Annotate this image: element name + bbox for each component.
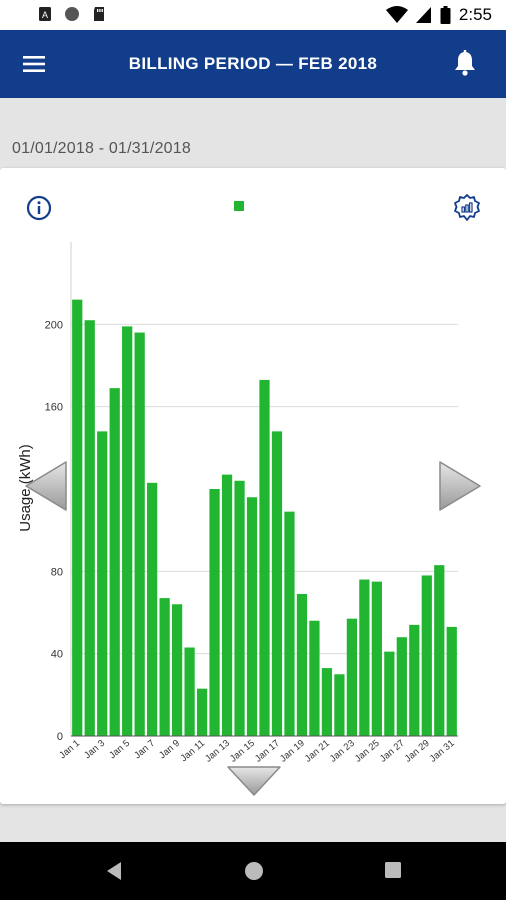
bar (284, 511, 295, 736)
bar (134, 332, 145, 736)
info-button[interactable] (26, 195, 52, 221)
x-tick-label: Jan 15 (228, 738, 257, 765)
y-tick-label: 200 (45, 319, 63, 331)
bar (72, 299, 83, 736)
chart-settings-icon (454, 194, 480, 221)
bar (109, 388, 120, 736)
next-period-button[interactable] (436, 458, 486, 514)
home-icon[interactable] (243, 860, 265, 882)
bar (296, 593, 308, 736)
content-area: 01/01/2018 - 01/31/2018 0 40 80 160 200 Jan 1… (0, 98, 506, 842)
bar (246, 497, 258, 736)
bar (271, 431, 283, 736)
bar (321, 668, 333, 736)
bar (196, 688, 208, 736)
notifications-button[interactable] (452, 48, 478, 78)
y-tick-label: 160 (45, 402, 63, 414)
bar (396, 637, 407, 736)
notification-a-icon: A (39, 7, 51, 21)
x-tick-label: Jan 31 (428, 738, 457, 765)
legend-swatch (234, 201, 244, 211)
usage-chart: 04080160200Jan 1 Jan 3 Jan 5 Jan 7 Jan 9Jan … (17, 242, 458, 765)
x-tick-label: Jan 9 (157, 738, 182, 761)
bar (446, 626, 457, 736)
bar (359, 579, 370, 736)
x-tick-label: Jan 23 (328, 738, 357, 765)
recent-apps-icon[interactable] (384, 861, 402, 879)
bar (122, 326, 133, 736)
bar (346, 618, 358, 736)
page-title: BILLING PERIOD — FEB 2018 (128, 54, 378, 73)
app-bar: BILLING PERIOD — FEB 2018 (0, 30, 506, 98)
bell-icon (455, 50, 475, 76)
expand-details-button[interactable] (224, 763, 284, 799)
bar (309, 620, 320, 736)
svg-text:A: A (42, 10, 48, 20)
bar (97, 431, 108, 736)
x-tick-label: Jan 11 (179, 738, 207, 764)
bottom-strip (0, 812, 506, 842)
chart-settings-button[interactable] (452, 193, 482, 223)
y-tick-label: 40 (51, 649, 63, 661)
chevron-left-icon (25, 461, 67, 511)
y-tick-label: 80 (51, 566, 63, 578)
x-tick-label: Jan 29 (403, 738, 432, 765)
x-tick-label: Jan 27 (378, 738, 407, 765)
bar (159, 598, 170, 736)
bar (147, 482, 158, 736)
bar (209, 489, 220, 736)
bar (259, 379, 270, 736)
x-tick-label: Jan 19 (278, 738, 307, 765)
x-tick-label: Jan 13 (203, 738, 232, 765)
chevron-down-icon (227, 766, 281, 796)
bar (384, 651, 395, 736)
previous-period-button[interactable] (20, 458, 70, 514)
bar (171, 604, 183, 736)
bar (371, 581, 382, 736)
battery-icon (440, 6, 451, 24)
bar (409, 624, 420, 736)
wifi-icon (385, 6, 408, 23)
sd-card-icon (94, 7, 104, 21)
bar (334, 674, 345, 736)
status-bar: A 2:55 (0, 0, 506, 30)
x-tick-label: Jan 21 (303, 738, 332, 765)
info-icon (26, 195, 52, 221)
circle-icon (65, 7, 79, 21)
bar (221, 474, 233, 736)
bar (421, 575, 432, 736)
x-tick-label: Jan 3 (82, 738, 107, 761)
bar (434, 565, 445, 736)
bar (234, 480, 245, 736)
usage-chart-card: 0 40 80 160 200 Jan 1 Jan 3 Jan 5 Jan 7 Jan 9 Jan … (0, 168, 506, 804)
signal-icon (415, 7, 431, 23)
system-nav-bar (0, 842, 506, 900)
status-time: 2:55 (458, 5, 492, 24)
x-tick-label: Jan 17 (253, 738, 282, 765)
x-tick-label: Jan 25 (353, 738, 382, 765)
bar (184, 647, 195, 736)
x-tick-label: Jan 7 (132, 738, 157, 761)
chevron-right-icon (439, 461, 481, 511)
x-tick-label: Jan 5 (107, 738, 132, 761)
date-range: 01/01/2018 - 01/31/2018 (12, 140, 191, 157)
bar (84, 320, 95, 736)
back-icon[interactable] (104, 860, 124, 882)
y-tick-label: 0 (57, 731, 63, 743)
